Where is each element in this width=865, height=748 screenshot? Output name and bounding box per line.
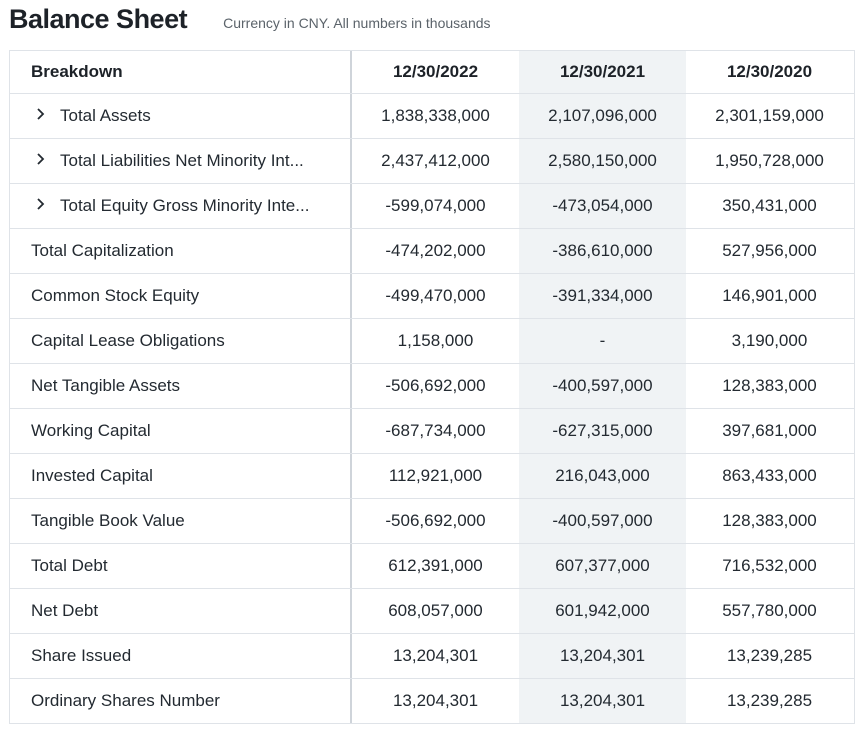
row-label-cell[interactable]: Total Assets — [10, 94, 352, 138]
chevron-right-icon[interactable] — [36, 107, 56, 125]
table-row: Total Debt 612,391,000 607,377,000 716,532,… — [10, 544, 854, 589]
row-label: Capital Lease Obligations — [31, 331, 225, 350]
value-cell: 1,158,000 — [397, 331, 474, 350]
value-cell: 13,204,301 — [392, 691, 479, 710]
table-row: Share Issued 13,204,301 13,204,301 13,239,2… — [10, 634, 854, 679]
value-cell: -386,610,000 — [519, 229, 686, 273]
value-cell: 350,431,000 — [722, 196, 817, 215]
value-cell: 13,204,301 — [392, 646, 479, 665]
value-cell: -400,597,000 — [519, 499, 686, 543]
value-cell: 557,780,000 — [722, 601, 817, 620]
value-cell: 2,107,096,000 — [519, 94, 686, 138]
row-label: Ordinary Shares Number — [31, 691, 220, 710]
row-label-cell: Tangible Book Value — [10, 499, 352, 543]
value-cell: - — [519, 319, 686, 363]
value-cell: 1,838,338,000 — [381, 106, 490, 125]
row-label-cell[interactable]: Total Liabilities Net Minority Int... — [10, 139, 352, 183]
value-cell: 607,377,000 — [519, 544, 686, 588]
table-row: Working Capital -687,734,000 -627,315,000 3… — [10, 409, 854, 454]
value-cell: 13,239,285 — [726, 646, 813, 665]
value-cell: -506,692,000 — [385, 376, 486, 395]
table-body: Total Assets 1,838,338,000 2,107,096,000 2,… — [10, 94, 854, 724]
value-cell: 863,433,000 — [722, 466, 817, 485]
value-cell: -499,470,000 — [385, 286, 486, 305]
column-header-date[interactable]: 12/30/2021 — [519, 51, 686, 93]
table-row[interactable]: Total Liabilities Net Minority Int... 2,4… — [10, 139, 854, 184]
value-cell: 13,239,285 — [726, 691, 813, 710]
value-cell: 112,921,000 — [388, 466, 483, 485]
value-cell: -687,734,000 — [385, 421, 486, 440]
value-cell: 601,942,000 — [519, 589, 686, 633]
column-header-date[interactable]: 12/30/2020 — [686, 51, 853, 93]
row-label-cell: Working Capital — [10, 409, 352, 453]
value-cell: -473,054,000 — [519, 184, 686, 228]
row-label: Share Issued — [31, 646, 132, 665]
value-cell: 2,437,412,000 — [381, 151, 490, 170]
value-cell: 608,057,000 — [388, 601, 483, 620]
page-title: Balance Sheet — [9, 4, 188, 34]
value-cell: 128,383,000 — [722, 376, 817, 395]
value-cell: -506,692,000 — [385, 511, 486, 530]
row-label: Working Capital — [31, 421, 151, 440]
value-cell: 527,956,000 — [722, 241, 817, 260]
balance-sheet-table: Breakdown 12/30/2022 12/30/2021 12/30/20… — [9, 50, 855, 724]
chevron-right-icon[interactable] — [36, 197, 56, 215]
value-cell: 146,901,000 — [722, 286, 817, 305]
value-cell: 216,043,000 — [519, 454, 686, 498]
table-row: Common Stock Equity -499,470,000 -391,334,… — [10, 274, 854, 319]
value-cell: 2,301,159,000 — [715, 106, 824, 125]
row-label-cell: Total Debt — [10, 544, 352, 588]
table-row: Net Debt 608,057,000 601,942,000 557,780,00… — [10, 589, 854, 634]
table-row: Tangible Book Value -506,692,000 -400,597,… — [10, 499, 854, 544]
table-row: Capital Lease Obligations 1,158,000 - 3,190… — [10, 319, 854, 364]
value-cell: -474,202,000 — [385, 241, 486, 260]
value-cell: 13,204,301 — [519, 634, 686, 678]
table-row: Ordinary Shares Number 13,204,301 13,204,3… — [10, 679, 854, 724]
row-label-cell[interactable]: Total Equity Gross Minority Inte... — [10, 184, 352, 228]
value-cell: 716,532,000 — [722, 556, 817, 575]
row-label: Total Liabilities Net Minority Int... — [60, 151, 304, 170]
row-label: Tangible Book Value — [31, 511, 185, 530]
value-cell: 3,190,000 — [731, 331, 808, 350]
row-label: Total Debt — [31, 556, 108, 575]
row-label-cell: Total Capitalization — [10, 229, 352, 273]
value-cell: 2,580,150,000 — [519, 139, 686, 183]
table-row[interactable]: Total Equity Gross Minority Inte... -599,… — [10, 184, 854, 229]
row-label: Total Equity Gross Minority Inte... — [60, 196, 310, 215]
breakdown-header[interactable]: Breakdown — [10, 51, 352, 93]
value-cell: 612,391,000 — [388, 556, 483, 575]
table-row: Total Capitalization -474,202,000 -386,610… — [10, 229, 854, 274]
row-label-cell: Share Issued — [10, 634, 352, 678]
value-cell: -391,334,000 — [519, 274, 686, 318]
value-cell: 397,681,000 — [722, 421, 817, 440]
row-label: Invested Capital — [31, 466, 153, 485]
table-row[interactable]: Total Assets 1,838,338,000 2,107,096,000 2,… — [10, 94, 854, 139]
row-label-cell: Common Stock Equity — [10, 274, 352, 318]
table-row: Invested Capital 112,921,000 216,043,000 86… — [10, 454, 854, 499]
row-label: Net Debt — [31, 601, 99, 620]
row-label-cell: Capital Lease Obligations — [10, 319, 352, 363]
value-cell: 13,204,301 — [519, 679, 686, 723]
page-header: Balance Sheet Currency in CNY. All numbe… — [9, 4, 491, 44]
row-label-cell: Invested Capital — [10, 454, 352, 498]
row-label: Total Assets — [60, 106, 151, 125]
value-cell: -627,315,000 — [519, 409, 686, 453]
row-label-cell: Net Debt — [10, 589, 352, 633]
row-label-cell: Ordinary Shares Number — [10, 679, 352, 723]
table-row: Net Tangible Assets -506,692,000 -400,597,… — [10, 364, 854, 409]
chevron-right-icon[interactable] — [36, 152, 56, 170]
row-label: Total Capitalization — [31, 241, 174, 260]
currency-note: Currency in CNY. All numbers in thousand… — [223, 15, 491, 31]
table-header-row: Breakdown 12/30/2022 12/30/2021 12/30/20… — [10, 51, 854, 94]
value-cell: 128,383,000 — [722, 511, 817, 530]
value-cell: 1,950,728,000 — [715, 151, 824, 170]
value-cell: -599,074,000 — [385, 196, 486, 215]
row-label: Net Tangible Assets — [31, 376, 180, 395]
value-cell: -400,597,000 — [519, 364, 686, 408]
column-header-date[interactable]: 12/30/2022 — [352, 51, 519, 93]
row-label-cell: Net Tangible Assets — [10, 364, 352, 408]
row-label: Common Stock Equity — [31, 286, 200, 305]
